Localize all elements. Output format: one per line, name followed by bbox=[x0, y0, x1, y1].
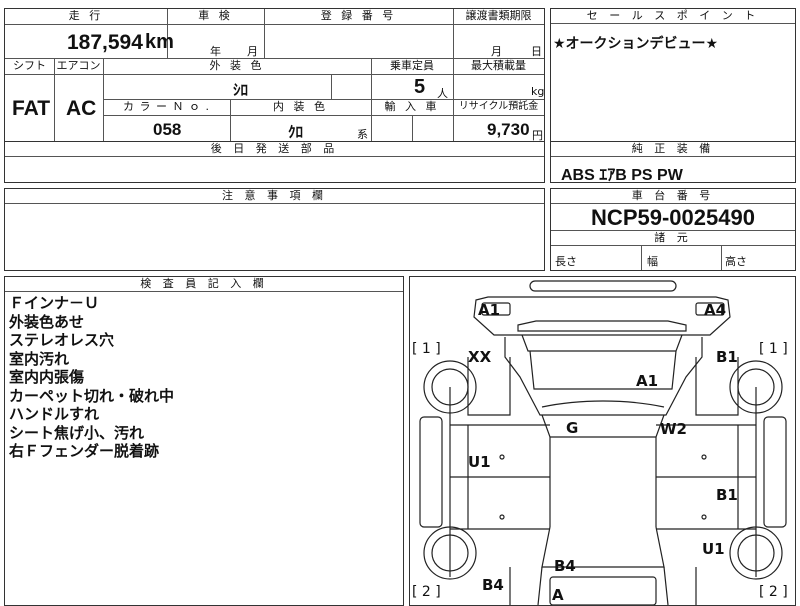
aircon-label: エアコン bbox=[56, 59, 101, 72]
mileage-label: 走 行 bbox=[68, 9, 104, 22]
bracket-right-top: [ 1 ] bbox=[759, 341, 788, 357]
damage-mark-b4-left-rear: B4 bbox=[482, 576, 504, 594]
mileage-value: 187,594 bbox=[67, 31, 143, 54]
registration-label: 登 録 番 号 bbox=[320, 9, 397, 22]
aircon-value: AC bbox=[66, 97, 97, 120]
chassis-number: NCP59-0025490 bbox=[591, 205, 755, 230]
sales-point-box: セ ー ル ス ポ イ ン ト ★オークションデビュー★ bbox=[550, 8, 796, 142]
chassis-label: 車 台 番 号 bbox=[551, 189, 795, 204]
import-label: 輸 入 車 bbox=[384, 100, 440, 113]
spec-table: 走 行 車 検 登 録 番 号 譲渡書類期限 187,594 km 年 月 月 … bbox=[4, 8, 545, 142]
damage-mark-b1-right-door: B1 bbox=[716, 486, 738, 504]
recycle-label: リサイクル預託金 bbox=[458, 101, 539, 112]
genuine-equipment-box: 純 正 装 備 ABS ｴｱB PS PW bbox=[550, 141, 796, 184]
sales-point-label: セ ー ル ス ポ イ ン ト bbox=[551, 9, 795, 24]
bracket-left-bottom: [ 2 ] bbox=[412, 584, 441, 600]
damage-mark-a-bottom: A bbox=[552, 586, 564, 604]
damage-mark-w2-windshield: W2 bbox=[660, 420, 687, 438]
inspector-line: カーペット切れ・破れ中 bbox=[9, 386, 175, 405]
inspector-line: ステレオレス穴 bbox=[9, 331, 115, 349]
inspector-label: 検 査 員 記 入 欄 bbox=[5, 277, 403, 292]
inspector-line: 室内内張傷 bbox=[9, 368, 85, 386]
notes-box: 注 意 事 項 欄 bbox=[4, 188, 545, 271]
mileage-unit: km bbox=[145, 31, 174, 53]
inspector-line: シート焦げ小、汚れ bbox=[9, 423, 145, 442]
inspection-month-unit: 月 bbox=[247, 45, 258, 58]
length-label: 長さ bbox=[555, 255, 577, 268]
damage-mark-b1-right-front: B1 bbox=[716, 348, 738, 366]
inspector-notes: Ｆインナ－Ｕ 外装色あせ ステレオレス穴 室内汚れ 室内内張傷 カーペット切れ・… bbox=[9, 294, 174, 461]
inspector-line: 室内汚れ bbox=[9, 349, 70, 368]
inspector-line: ハンドルすれ bbox=[9, 405, 100, 423]
max-load-label: 最大積載量 bbox=[471, 59, 526, 72]
color-no-value: 058 bbox=[153, 120, 182, 139]
bracket-left-top: [ 1 ] bbox=[412, 341, 441, 357]
car-outline-diagram bbox=[419, 280, 787, 605]
damage-mark-u1-left-door: U1 bbox=[468, 453, 491, 471]
recycle-value: 9,730 bbox=[487, 120, 530, 139]
genuine-equipment-value: ABS ｴｱB PS PW bbox=[561, 167, 683, 184]
transfer-day-unit: 日 bbox=[531, 45, 542, 58]
damage-mark-xx: XX bbox=[468, 348, 492, 366]
damage-mark-g-windshield: G bbox=[566, 419, 579, 437]
inspector-line: 外装色あせ bbox=[9, 312, 85, 331]
chassis-box: 車 台 番 号 NCP59-0025490 諸 元 長さ 幅 高さ bbox=[550, 188, 796, 271]
damage-mark-a1-top: A1 bbox=[478, 301, 501, 319]
transfer-deadline-label: 譲渡書類期限 bbox=[465, 9, 532, 22]
inspector-line: 右Ｆフェンダー脱着跡 bbox=[9, 442, 160, 460]
inspector-line: Ｆインナ－Ｕ bbox=[9, 294, 100, 312]
capacity-value: 5 bbox=[414, 76, 426, 98]
color-no-label: カ ラ ー Ｎ ｏ . bbox=[123, 100, 210, 113]
damage-mark-b4-rear: B4 bbox=[554, 557, 576, 575]
transfer-month-unit: 月 bbox=[491, 45, 502, 58]
interior-color-suffix: 系 bbox=[357, 128, 368, 141]
height-label: 高さ bbox=[725, 255, 747, 268]
inspection-label: 車 検 bbox=[198, 9, 233, 22]
capacity-label: 乗車定員 bbox=[390, 59, 434, 72]
interior-color-label: 内 装 色 bbox=[273, 100, 328, 113]
shift-label: シフト bbox=[13, 59, 46, 72]
sales-point-text: ★オークションデビュー★ bbox=[553, 36, 719, 52]
width-label: 幅 bbox=[647, 255, 658, 268]
car-diagram-box: [ 1 ] [ 1 ] [ 2 ] [ 2 ] A1 A4 XX B1 A1 G… bbox=[409, 276, 796, 606]
inspection-year-unit: 年 bbox=[210, 45, 221, 58]
max-load-unit: kg bbox=[531, 85, 545, 98]
shift-value: FAT bbox=[12, 97, 51, 120]
later-parts-box: 後 日 発 送 部 品 bbox=[4, 141, 545, 183]
inspector-box: 検 査 員 記 入 欄 Ｆインナ－Ｕ 外装色あせ ステレオレス穴 室内汚れ 室内… bbox=[4, 276, 404, 606]
damage-mark-a1-hood: A1 bbox=[636, 372, 659, 390]
exterior-color-value: ｼﾛ bbox=[233, 81, 249, 99]
genuine-equipment-label: 純 正 装 備 bbox=[551, 142, 795, 157]
dimensions-label: 諸 元 bbox=[551, 231, 795, 246]
later-parts-label: 後 日 発 送 部 品 bbox=[5, 142, 544, 157]
interior-color-value: ｸﾛ bbox=[288, 123, 304, 141]
bracket-right-bottom: [ 2 ] bbox=[759, 584, 788, 600]
exterior-color-label: 外 装 色 bbox=[209, 59, 265, 72]
damage-mark-u1-right-rear: U1 bbox=[702, 540, 725, 558]
notes-label: 注 意 事 項 欄 bbox=[5, 189, 544, 204]
damage-mark-a4-top: A4 bbox=[704, 301, 727, 319]
